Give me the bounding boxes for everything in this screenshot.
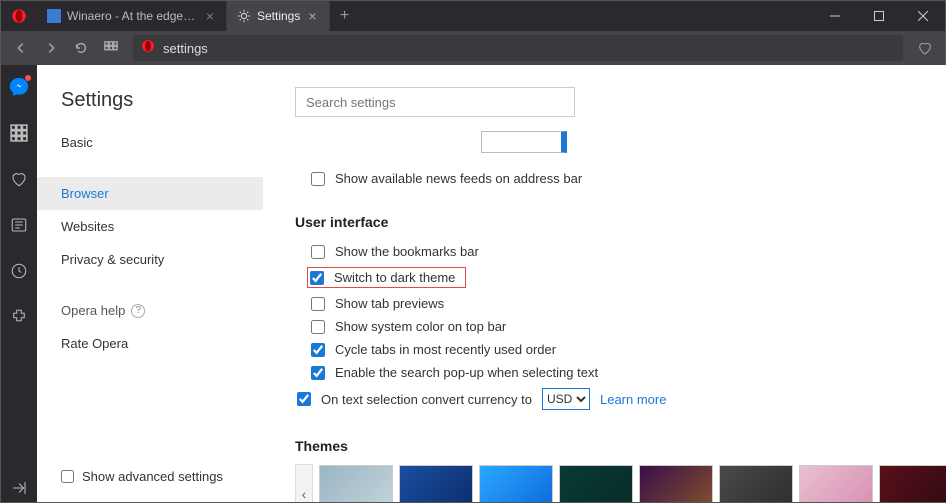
- address-input[interactable]: [163, 41, 895, 56]
- opt-news-feeds[interactable]: Show available news feeds on address bar: [281, 167, 946, 190]
- help-icon: ?: [131, 304, 145, 318]
- page-title: Settings: [37, 89, 263, 126]
- forward-button[interactable]: [37, 34, 65, 62]
- theme-thumbnail[interactable]: [879, 465, 946, 502]
- nav-browser[interactable]: Browser: [37, 177, 263, 210]
- cycle-tabs-checkbox[interactable]: [311, 343, 325, 357]
- opt-search-popup[interactable]: Enable the search pop-up when selecting …: [281, 361, 946, 384]
- nav-help[interactable]: Opera help?: [37, 294, 263, 327]
- extensions-icon[interactable]: [1, 303, 37, 331]
- theme-thumbnail[interactable]: [479, 465, 553, 502]
- left-rail: [1, 65, 37, 502]
- favicon-icon: [47, 9, 61, 23]
- show-advanced-row[interactable]: Show advanced settings: [37, 452, 263, 502]
- body: Settings Basic Browser Websites Privacy …: [1, 65, 945, 502]
- settings-sidebar: Settings Basic Browser Websites Privacy …: [37, 65, 263, 502]
- minimize-button[interactable]: [813, 1, 857, 31]
- tab-label: Winaero - At the edge of t: [67, 9, 198, 23]
- opt-currency[interactable]: On text selection convert currency to US…: [281, 384, 946, 414]
- history-icon[interactable]: [1, 257, 37, 285]
- collapse-sidebar-icon[interactable]: [1, 474, 37, 502]
- tab-strip: Winaero - At the edge of t × Settings × …: [37, 1, 813, 31]
- messenger-icon[interactable]: [1, 73, 37, 101]
- tab-settings[interactable]: Settings ×: [227, 1, 330, 31]
- nav-rate[interactable]: Rate Opera: [37, 327, 263, 360]
- section-user-interface: User interface: [295, 214, 946, 230]
- grid-icon[interactable]: [1, 119, 37, 147]
- nav-privacy[interactable]: Privacy & security: [37, 243, 263, 276]
- close-icon[interactable]: ×: [306, 8, 318, 24]
- learn-more-link[interactable]: Learn more: [600, 392, 666, 407]
- system-color-checkbox[interactable]: [311, 320, 325, 334]
- nav-basic[interactable]: Basic: [37, 126, 263, 159]
- theme-thumbnail[interactable]: [639, 465, 713, 502]
- theme-thumbnail[interactable]: ✓: [719, 465, 793, 502]
- speed-dial-button[interactable]: [97, 34, 125, 62]
- back-button[interactable]: [7, 34, 35, 62]
- opt-tab-previews[interactable]: Show tab previews: [281, 292, 946, 315]
- opt-cycle-tabs[interactable]: Cycle tabs in most recently used order: [281, 338, 946, 361]
- theme-thumbnail[interactable]: [559, 465, 633, 502]
- new-tab-button[interactable]: +: [330, 1, 360, 31]
- nav-websites[interactable]: Websites: [37, 210, 263, 243]
- gear-icon: [237, 9, 251, 23]
- bookmark-heart-button[interactable]: [911, 34, 939, 62]
- news-feeds-checkbox[interactable]: [311, 172, 325, 186]
- currency-select[interactable]: USD: [542, 388, 590, 410]
- currency-checkbox[interactable]: [297, 392, 311, 406]
- section-themes: Themes: [295, 438, 946, 454]
- heart-icon[interactable]: [1, 165, 37, 193]
- reload-button[interactable]: [67, 34, 95, 62]
- bookmarks-bar-checkbox[interactable]: [311, 245, 325, 259]
- themes-prev-button[interactable]: ‹: [295, 464, 313, 502]
- opt-dark-theme[interactable]: Switch to dark theme: [281, 263, 946, 292]
- address-bar[interactable]: [133, 35, 903, 61]
- themes-strip: ‹ ✓ ›: [295, 464, 946, 502]
- show-advanced-checkbox[interactable]: [61, 470, 74, 483]
- settings-page: Settings Basic Browser Websites Privacy …: [37, 65, 946, 502]
- opera-window: Winaero - At the edge of t × Settings × …: [0, 0, 946, 503]
- dark-theme-checkbox[interactable]: [310, 271, 324, 285]
- tab-winaero[interactable]: Winaero - At the edge of t ×: [37, 1, 227, 31]
- theme-thumbnail[interactable]: [799, 465, 873, 502]
- close-button[interactable]: [901, 1, 945, 31]
- theme-thumbnail[interactable]: [319, 465, 393, 502]
- theme-thumbnail[interactable]: [399, 465, 473, 502]
- close-icon[interactable]: ×: [204, 8, 216, 24]
- opera-logo-icon: [1, 1, 37, 31]
- news-feeds-label: Show available news feeds on address bar: [335, 171, 582, 186]
- news-icon[interactable]: [1, 211, 37, 239]
- maximize-button[interactable]: [857, 1, 901, 31]
- search-popup-checkbox[interactable]: [311, 366, 325, 380]
- titlebar: Winaero - At the edge of t × Settings × …: [1, 1, 945, 31]
- opt-bookmarks-bar[interactable]: Show the bookmarks bar: [281, 240, 946, 263]
- window-controls: [813, 1, 945, 31]
- dropdown-hint[interactable]: [481, 131, 567, 153]
- show-advanced-label: Show advanced settings: [82, 469, 223, 484]
- opt-system-color[interactable]: Show system color on top bar: [281, 315, 946, 338]
- tab-label: Settings: [257, 9, 300, 23]
- settings-main: Show available news feeds on address bar…: [263, 65, 946, 502]
- search-settings-input[interactable]: [295, 87, 575, 117]
- toolbar: [1, 31, 945, 65]
- tab-previews-checkbox[interactable]: [311, 297, 325, 311]
- opera-badge-icon: [141, 39, 155, 58]
